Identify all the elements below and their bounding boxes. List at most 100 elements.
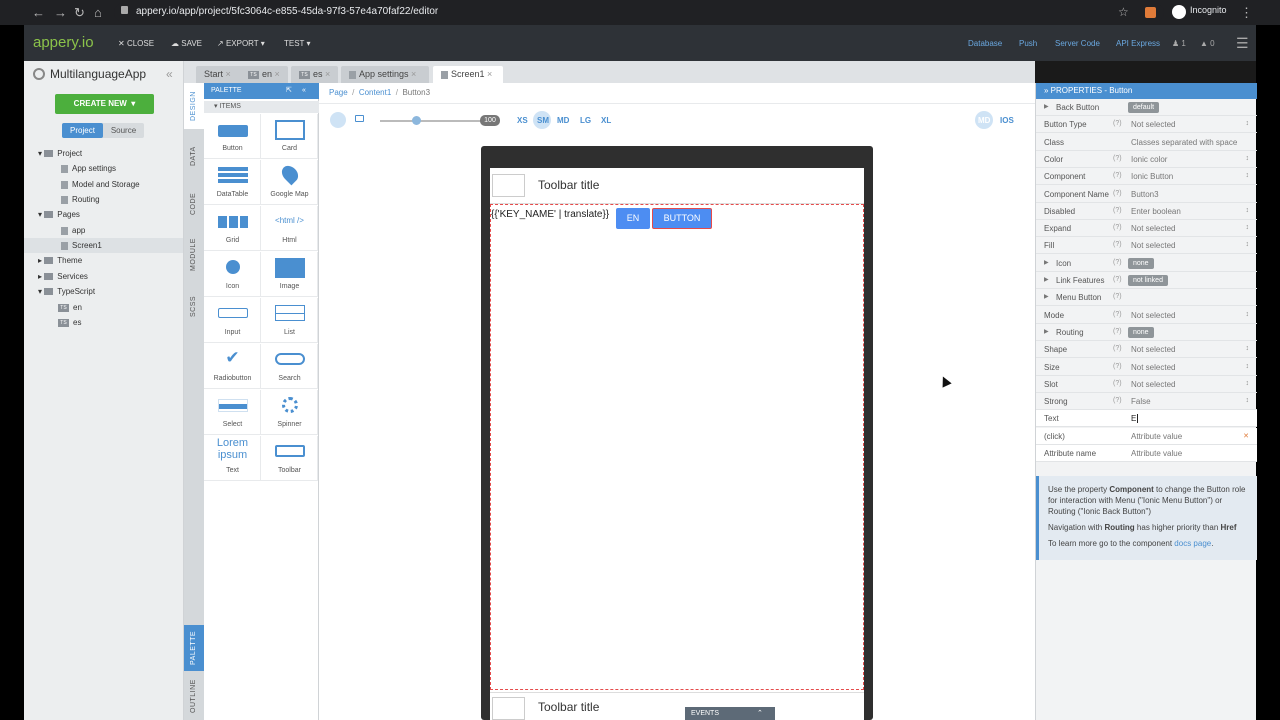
tab-app-settings[interactable]: App settings × [341,66,429,83]
tree-item-typescript[interactable]: ▾ TypeScript [38,287,95,296]
property-row[interactable]: Class Classes separated with space [1036,134,1257,151]
docs-page-link[interactable]: docs page [1174,539,1211,548]
collapse-panel-icon[interactable]: « [166,67,173,81]
tree-item-screen1[interactable]: Screen1 [61,241,102,250]
property-row[interactable]: Expand (?) Not selected ↕ [1036,220,1257,238]
help-icon[interactable]: (?) [1113,293,1122,300]
export-button[interactable]: ↗ EXPORT ▾ [217,39,265,48]
property-tag[interactable]: none [1128,326,1154,338]
palette-item-icon[interactable]: Icon [204,252,261,297]
select-arrow-icon[interactable]: ↕ [1246,172,1250,179]
tab-source[interactable]: Source [103,123,144,138]
home-icon[interactable]: ⌂ [94,5,102,20]
property-value[interactable]: Not selected [1131,380,1175,389]
property-row[interactable]: Component (?) Ionic Button ↕ [1036,168,1257,186]
tab-project[interactable]: Project [62,123,103,138]
vtab-design[interactable]: DESIGN [184,83,204,129]
user-icon[interactable]: ♟ 1 [1172,39,1186,48]
appery-logo[interactable]: appery.io [33,34,94,51]
palette-item-input[interactable]: Input [204,298,261,343]
header-toolbar[interactable]: Toolbar title [490,168,864,204]
create-new-button[interactable]: CREATE NEW ▾ [55,94,154,114]
platform-ios[interactable]: IOS [1000,116,1014,125]
hamburger-menu-icon[interactable]: ☰ [1236,35,1249,52]
select-arrow-icon[interactable]: ↕ [1246,311,1250,318]
property-row[interactable]: Shape (?) Not selected ↕ [1036,341,1257,359]
palette-item-button[interactable]: Button [204,114,261,159]
tab-start[interactable]: Start × [196,66,242,83]
database-link[interactable]: Database [968,39,1002,48]
tree-item-en[interactable]: TS en [58,303,82,312]
help-icon[interactable]: (?) [1113,224,1122,231]
palette-item-google-map[interactable]: Google Map [261,160,318,205]
phone-device-icon[interactable] [330,112,346,128]
vtab-data[interactable]: DATA [184,135,204,177]
breadcrumb-page[interactable]: Page [329,88,348,97]
help-icon[interactable]: (?) [1113,190,1122,197]
help-icon[interactable]: (?) [1113,380,1122,387]
notification-icon[interactable]: ▲ 0 [1200,39,1215,48]
expand-arrow-icon[interactable]: ▶ [1044,328,1049,335]
en-button[interactable]: EN [616,208,650,229]
property-value[interactable]: Attribute value [1131,449,1182,458]
tree-item-pages[interactable]: ▾ Pages [38,210,80,219]
toolbar-slot[interactable] [492,697,525,720]
vtab-module[interactable]: MODULE [184,231,204,279]
selected-button[interactable]: BUTTON [652,208,712,229]
breakpoint-xl[interactable]: XL [601,116,611,125]
property-value[interactable]: Button3 [1131,190,1159,199]
property-value[interactable]: Attribute value [1131,432,1182,441]
tree-item-model-storage[interactable]: Model and Storage [61,180,140,189]
property-row[interactable]: Attribute name Attribute value [1036,445,1257,462]
forward-icon[interactable]: → [54,5,67,20]
property-row[interactable]: (click) Attribute value ✕ [1036,427,1257,445]
select-arrow-icon[interactable]: ↕ [1246,224,1250,231]
help-icon[interactable]: (?) [1113,207,1122,214]
select-arrow-icon[interactable]: ↕ [1246,380,1250,387]
test-button[interactable]: TEST ▾ [284,39,311,48]
extension-icon[interactable] [1145,7,1156,18]
help-icon[interactable]: (?) [1113,259,1122,266]
breakpoint-md[interactable]: MD [557,116,569,125]
palette-item-datatable[interactable]: DataTable [204,160,261,205]
breakpoint-lg[interactable]: LG [580,116,591,125]
palette-item-spinner[interactable]: Spinner [261,390,318,435]
menu-dots-icon[interactable]: ⋮ [1240,5,1253,21]
palette-item-toolbar[interactable]: Toolbar [261,436,318,481]
footer-toolbar[interactable]: Toolbar title [490,692,864,720]
select-arrow-icon[interactable]: ↕ [1246,241,1250,248]
help-icon[interactable]: (?) [1113,155,1122,162]
palette-item-html[interactable]: <html /> Html [261,206,318,251]
breadcrumb-button3[interactable]: Button3 [402,88,430,97]
palette-item-card[interactable]: Card [261,114,318,159]
property-tag[interactable]: none [1128,257,1154,269]
property-row[interactable]: Color (?) Ionic color ↕ [1036,151,1257,168]
content-area[interactable]: {{'KEY_NAME' | translate}} EN BUTTON [490,204,864,690]
property-row[interactable]: Size (?) Not selected ↕ [1036,359,1257,376]
palette-item-grid[interactable]: Grid [204,206,261,251]
property-row[interactable]: Link Features ▶ (?) not linked [1036,272,1257,289]
url-text[interactable]: appery.io/app/project/5fc3064c-e855-45da… [136,6,438,17]
property-row[interactable]: Button Type (?) Not selected ↕ [1036,116,1257,134]
property-value[interactable]: Ionic color [1131,155,1167,164]
server-code-link[interactable]: Server Code [1055,39,1100,48]
property-row[interactable]: Routing ▶ (?) none [1036,324,1257,341]
translate-text[interactable]: {{'KEY_NAME' | translate}} [491,209,609,220]
expand-arrow-icon[interactable]: ▶ [1044,276,1049,283]
property-value[interactable]: Not selected [1131,363,1175,372]
property-row[interactable]: Fill (?) Not selected ↕ [1036,237,1257,255]
toolbar-slot[interactable] [492,174,525,197]
tree-item-services[interactable]: ▸ Services [38,272,88,281]
help-icon[interactable]: (?) [1113,311,1122,318]
expand-arrow-icon[interactable]: ▶ [1044,293,1049,300]
vtab-scss[interactable]: SCSS [184,285,204,327]
expand-arrow-icon[interactable]: ▶ [1044,259,1049,266]
property-row[interactable]: Component Name (?) Button3 [1036,186,1257,203]
property-row[interactable]: Slot (?) Not selected ↕ [1036,376,1257,393]
push-link[interactable]: Push [1019,39,1037,48]
help-icon[interactable]: (?) [1113,345,1122,352]
select-arrow-icon[interactable]: ↕ [1246,120,1250,127]
breadcrumb-content1[interactable]: Content1 [359,88,391,97]
vtab-palette[interactable]: PALETTE [184,625,204,671]
palette-item-search[interactable]: Search [261,344,318,389]
